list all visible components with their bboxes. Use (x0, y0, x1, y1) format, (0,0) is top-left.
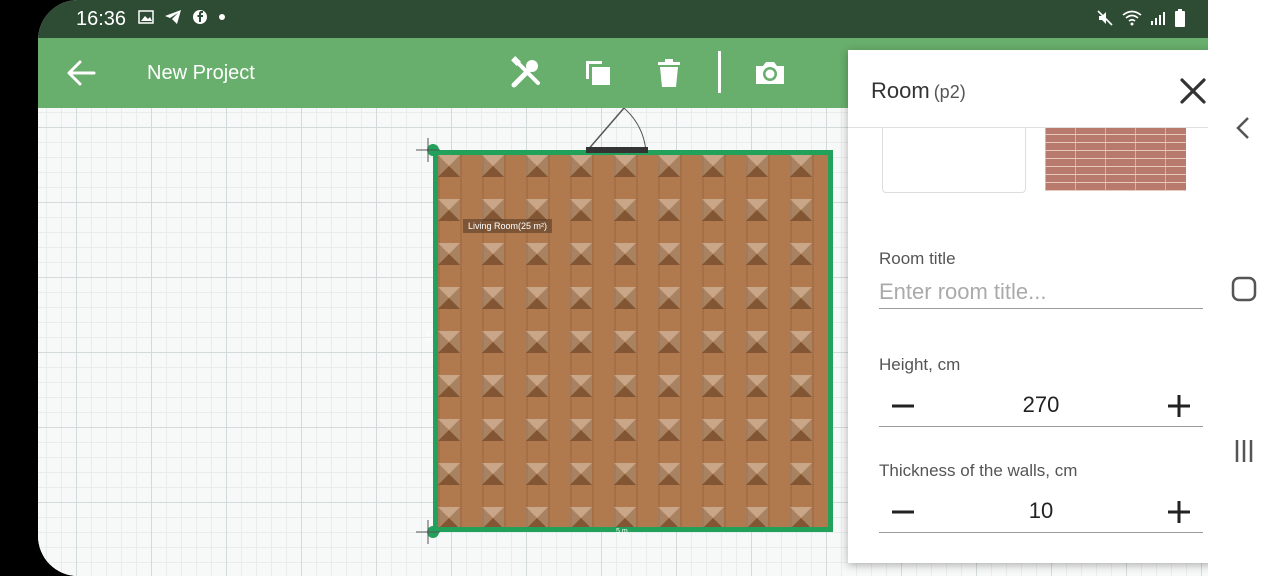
thickness-value[interactable]: 10 (939, 498, 1143, 524)
battery-icon (1175, 9, 1185, 27)
dimension-left: 5 m (425, 330, 432, 342)
signal-icon (1151, 12, 1165, 25)
image-icon (138, 10, 154, 24)
android-nav-bar (1208, 0, 1280, 576)
telegram-icon (165, 10, 181, 24)
height-stepper: 270 (879, 386, 1203, 427)
room-floor[interactable] (433, 150, 833, 532)
copy-icon (586, 61, 610, 85)
dot-icon (219, 14, 225, 20)
panel-subtitle: (p2) (933, 82, 966, 102)
camera-icon (756, 62, 784, 84)
corner-crosshair (416, 520, 440, 544)
plus-icon[interactable] (1163, 390, 1195, 422)
room-title-label: Room title (879, 249, 956, 268)
door[interactable] (586, 147, 648, 153)
project-title: New Project (147, 62, 255, 84)
panel-title: Room (p2) (871, 78, 966, 104)
status-time: 16:36 (76, 8, 127, 30)
nav-home-icon[interactable] (1228, 273, 1260, 305)
back-arrow-icon[interactable] (64, 58, 98, 88)
wall-texture-swatch[interactable] (1045, 120, 1186, 191)
trash-icon (658, 59, 680, 87)
app-screen: 16:36 New Project Living Room(25 m²) 5 m… (38, 0, 1208, 576)
wall-color-swatch[interactable] (882, 120, 1026, 193)
plus-icon[interactable] (1163, 496, 1195, 528)
minus-icon[interactable] (887, 496, 919, 528)
dimension-bottom: 5 m (616, 528, 628, 535)
corner-crosshair (416, 138, 440, 162)
mute-icon (1097, 10, 1113, 26)
screenshot-button[interactable] (751, 54, 789, 92)
height-value[interactable]: 270 (939, 392, 1143, 418)
delete-button[interactable] (650, 54, 688, 92)
panel-title-text: Room (871, 78, 930, 103)
nav-recents-icon[interactable] (1228, 435, 1260, 467)
panel-header: Room (p2) (848, 50, 1208, 128)
room-label: Living Room(25 m²) (463, 219, 553, 233)
copy-button[interactable] (579, 54, 617, 92)
facebook-icon (193, 10, 207, 24)
nav-back-icon[interactable] (1228, 112, 1260, 144)
thickness-stepper: 10 (879, 492, 1203, 533)
status-right-icons (1096, 9, 1186, 27)
thickness-label: Thickness of the walls, cm (879, 461, 1078, 480)
toolbar-divider (718, 51, 721, 93)
tools-icon (511, 56, 540, 88)
status-bar: 16:36 (38, 0, 1208, 38)
room-title-input[interactable] (879, 276, 1203, 309)
status-left-icons (138, 9, 226, 25)
height-label: Height, cm (879, 355, 961, 374)
close-icon[interactable] (1176, 74, 1208, 108)
tools-button[interactable] (507, 54, 545, 92)
minus-icon[interactable] (887, 390, 919, 422)
wifi-icon (1122, 10, 1142, 26)
room-properties-panel: Room(p2) Room title Height, cm 270 Thick… (848, 50, 1208, 563)
